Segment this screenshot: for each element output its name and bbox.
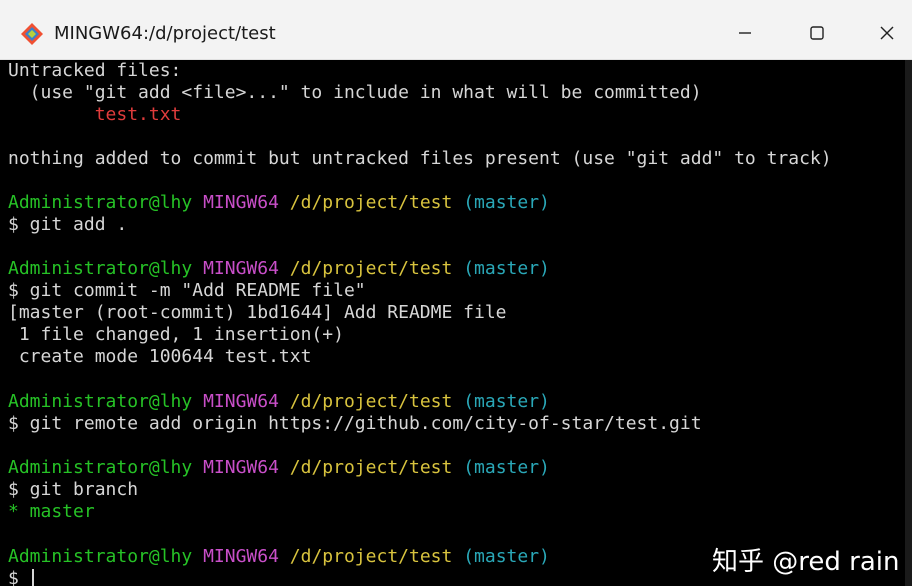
close-button[interactable] xyxy=(862,12,912,54)
window-title: MINGW64:/d/project/test xyxy=(54,23,276,44)
prompt-system: MINGW64 xyxy=(203,258,279,279)
prompt-system: MINGW64 xyxy=(203,192,279,213)
command-git-remote: $ git remote add origin https://github.c… xyxy=(8,413,702,434)
prompt-path: /d/project/test xyxy=(289,546,453,567)
command-git-add: $ git add . xyxy=(8,214,128,235)
title-bar[interactable]: MINGW64:/d/project/test xyxy=(0,0,912,60)
prompt-path: /d/project/test xyxy=(289,192,453,213)
prompt-path: /d/project/test xyxy=(289,258,453,279)
prompt-line: Administrator@lhy MINGW64 /d/project/tes… xyxy=(8,457,550,479)
prompt-path: /d/project/test xyxy=(289,391,453,412)
watermark-logo: 知乎 @red rain xyxy=(712,547,900,577)
terminal-output[interactable]: Untracked files: (use "git add <file>...… xyxy=(0,60,905,586)
text-cursor xyxy=(31,569,34,586)
prompt-user-host: Administrator@lhy xyxy=(8,546,193,567)
git-diamond-icon xyxy=(21,23,43,45)
current-prompt: $ xyxy=(8,568,30,586)
untracked-file: test.txt xyxy=(8,104,182,125)
prompt-line: Administrator@lhy MINGW64 /d/project/tes… xyxy=(8,192,550,214)
prompt-line: Administrator@lhy MINGW64 /d/project/tes… xyxy=(8,546,550,568)
command-git-commit: $ git commit -m "Add README file" xyxy=(8,280,366,301)
minimize-icon xyxy=(739,32,751,34)
minimize-button[interactable] xyxy=(720,12,770,54)
prompt-system: MINGW64 xyxy=(203,391,279,412)
terminal-window: MINGW64:/d/project/test Untracked files:… xyxy=(0,0,912,586)
commit-output: create mode 100644 test.txt xyxy=(8,346,312,367)
prompt-line: Administrator@lhy MINGW64 /d/project/tes… xyxy=(8,391,550,413)
prompt-branch: (master) xyxy=(463,258,550,279)
prompt-path: /d/project/test xyxy=(289,457,453,478)
prompt-branch: (master) xyxy=(463,546,550,567)
prompt-branch: (master) xyxy=(463,391,550,412)
commit-output: 1 file changed, 1 insertion(+) xyxy=(8,324,344,345)
prompt-line: Administrator@lhy MINGW64 /d/project/tes… xyxy=(8,258,550,280)
prompt-user-host: Administrator@lhy xyxy=(8,391,193,412)
branch-output: * master xyxy=(8,501,95,522)
command-git-branch: $ git branch xyxy=(8,479,139,500)
untracked-hint: (use "git add <file>..." to include in w… xyxy=(8,82,702,103)
maximize-icon xyxy=(810,26,824,40)
prompt-user-host: Administrator@lhy xyxy=(8,258,193,279)
nothing-added-message: nothing added to commit but untracked fi… xyxy=(8,148,832,169)
scrollbar[interactable] xyxy=(905,60,912,586)
maximize-button[interactable] xyxy=(792,12,842,54)
prompt-system: MINGW64 xyxy=(203,546,279,567)
prompt-user-host: Administrator@lhy xyxy=(8,457,193,478)
prompt-branch: (master) xyxy=(463,192,550,213)
prompt-system: MINGW64 xyxy=(203,457,279,478)
prompt-branch: (master) xyxy=(463,457,550,478)
prompt-user-host: Administrator@lhy xyxy=(8,192,193,213)
current-prompt-line[interactable]: $ xyxy=(8,568,34,586)
commit-output: [master (root-commit) 1bd1644] Add READM… xyxy=(8,302,507,323)
close-icon xyxy=(880,26,894,40)
untracked-header: Untracked files: xyxy=(8,60,182,81)
